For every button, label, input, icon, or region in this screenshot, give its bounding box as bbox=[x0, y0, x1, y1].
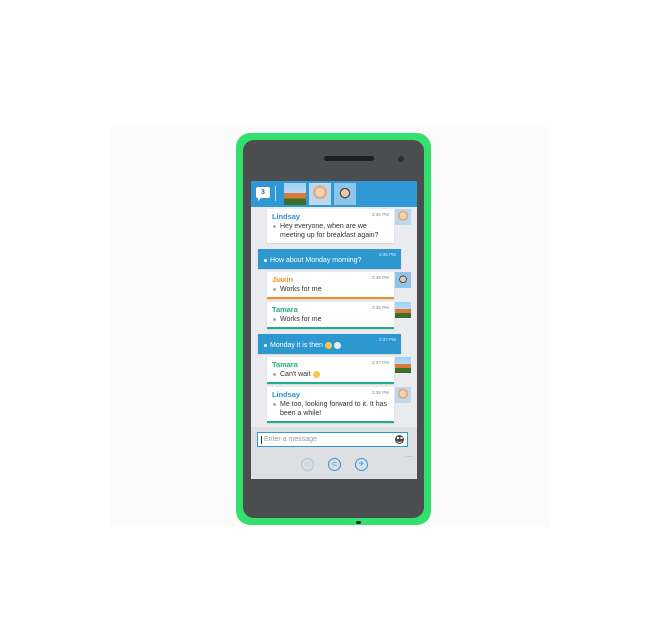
sender-avatar[interactable] bbox=[395, 357, 411, 373]
message-time: 3:36 PM bbox=[371, 275, 389, 280]
message-text: Works for me bbox=[280, 286, 322, 293]
message-text: Me too, looking forward to it. It has be… bbox=[280, 401, 387, 417]
sender-avatar[interactable] bbox=[395, 272, 411, 288]
earpiece-speaker bbox=[324, 156, 374, 161]
sender-name: Tamara bbox=[272, 305, 298, 314]
attach-icon: ⊂ bbox=[331, 461, 338, 468]
message-time: 3:36 PM bbox=[371, 305, 389, 310]
message-status-dot bbox=[273, 403, 276, 406]
attach-button[interactable]: ⊂ bbox=[328, 458, 341, 471]
message-status-dot bbox=[264, 344, 267, 347]
chat-icon: ▭ bbox=[304, 461, 311, 468]
smiley-icon[interactable] bbox=[395, 435, 404, 444]
message-text: Can't wait bbox=[280, 371, 311, 378]
participant-avatar[interactable] bbox=[309, 183, 331, 205]
pin-icon: ✈ bbox=[358, 461, 365, 468]
more-options-button[interactable]: ... bbox=[406, 452, 413, 459]
message-input[interactable]: Enter a message bbox=[257, 432, 408, 447]
unread-chats-badge[interactable]: 3 bbox=[256, 187, 270, 201]
message-text-wrap: Can't wait bbox=[280, 370, 392, 379]
sender-name: Lindsay bbox=[272, 212, 300, 221]
message-bubble: Lindsay 3:35 PM Hey everyone, when are w… bbox=[267, 209, 394, 243]
message-time: 3:38 PM bbox=[371, 390, 389, 395]
chat-button[interactable]: ▭ bbox=[301, 458, 314, 471]
bottom-sensor bbox=[356, 521, 361, 524]
message-text: Works for me bbox=[280, 316, 322, 323]
text-caret bbox=[261, 436, 262, 444]
compose-area: Enter a message ▭ ⊂ ✈ ... bbox=[251, 427, 417, 479]
sender-name: Jiaxin bbox=[272, 275, 293, 284]
own-message-bubble: 3:37 PM Monday it is then bbox=[258, 334, 401, 354]
sender-name: Tamara bbox=[272, 360, 298, 369]
message-time: 3:37 PM bbox=[371, 360, 389, 365]
sender-avatar[interactable] bbox=[395, 209, 411, 225]
sender-color-stripe bbox=[267, 297, 394, 299]
message-time: 3:35 PM bbox=[371, 212, 389, 217]
sender-color-stripe bbox=[267, 382, 394, 384]
laughing-emoji-icon bbox=[324, 341, 332, 349]
pin-button[interactable]: ✈ bbox=[355, 458, 368, 471]
own-message-bubble: 3:35 PM How about Monday morning? bbox=[258, 249, 401, 269]
sender-avatar[interactable] bbox=[395, 302, 411, 318]
message-status-dot bbox=[273, 225, 276, 228]
header-divider bbox=[275, 186, 276, 201]
message-status-dot bbox=[264, 259, 267, 262]
message-status-dot bbox=[273, 318, 276, 321]
front-camera bbox=[398, 156, 404, 162]
message-text: How about Monday morning? bbox=[270, 257, 362, 264]
participant-avatar[interactable] bbox=[334, 183, 356, 205]
thumbs-up-icon bbox=[333, 341, 341, 349]
laughing-emoji-icon bbox=[312, 370, 320, 378]
message-status-dot bbox=[273, 373, 276, 376]
participant-avatar[interactable] bbox=[284, 183, 306, 205]
sender-name: Lindsay bbox=[272, 390, 300, 399]
chat-screen: 3 Lindsay 3:35 PM Hey everyone, when are… bbox=[251, 181, 417, 479]
sender-color-stripe bbox=[267, 327, 394, 329]
message-input-placeholder: Enter a message bbox=[264, 436, 317, 443]
message-text: Hey everyone, when are we meeting up for… bbox=[280, 223, 379, 239]
sender-color-stripe bbox=[267, 421, 394, 423]
message-text: Monday it is then bbox=[270, 342, 323, 349]
message-status-dot bbox=[273, 288, 276, 291]
message-bubble: Tamara 3:37 PM Can't wait bbox=[267, 357, 394, 384]
message-bubble: Jiaxin 3:36 PM Works for me bbox=[267, 272, 394, 299]
sender-avatar[interactable] bbox=[395, 387, 411, 403]
message-bubble: Tamara 3:36 PM Works for me bbox=[267, 302, 394, 329]
message-bubble: Lindsay 3:38 PM Me too, looking forward … bbox=[267, 387, 394, 423]
message-text-wrap: Monday it is then bbox=[270, 341, 382, 350]
conversation-header: 3 bbox=[251, 181, 417, 207]
